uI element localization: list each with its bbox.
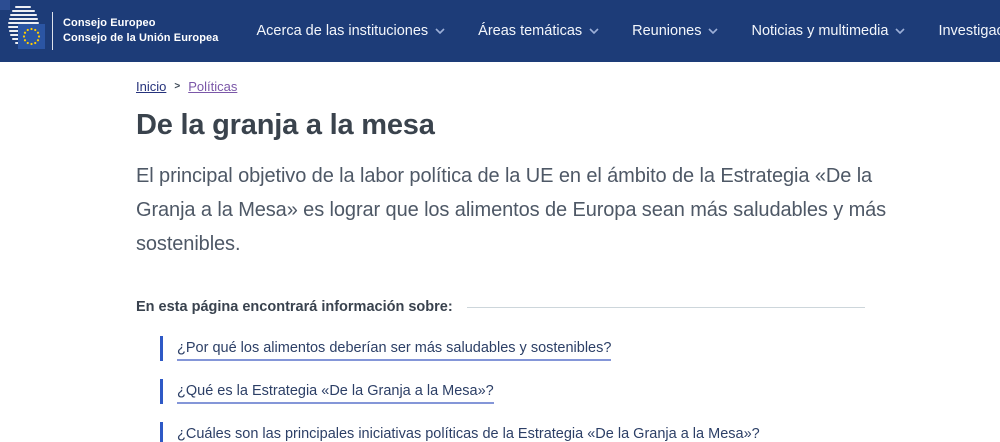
list-item: ¿Cuáles son las principales iniciativas … xyxy=(160,422,1000,442)
council-logo-icon[interactable] xyxy=(0,0,52,62)
brand-line-1: Consejo Europeo xyxy=(63,16,219,31)
nav-item-investigacion[interactable]: Investigación y publicaciones xyxy=(938,23,1000,39)
eu-flag-icon xyxy=(18,24,45,54)
breadcrumb-separator: > xyxy=(174,81,180,92)
nav-item-label: Acerca de las instituciones xyxy=(257,23,429,39)
nav-item-label: Investigación y publicaciones xyxy=(938,23,1000,39)
list-item: ¿Por qué los alimentos deberían ser más … xyxy=(160,336,1000,361)
nav-item-label: Áreas temáticas xyxy=(478,23,582,39)
chevron-down-icon xyxy=(589,28,599,34)
brand-divider xyxy=(52,12,53,50)
breadcrumb-link-politicas[interactable]: Políticas xyxy=(188,79,237,94)
page-title: De la granja a la mesa xyxy=(136,109,1000,142)
chevron-down-icon xyxy=(435,28,445,34)
brand-line-2: Consejo de la Unión Europea xyxy=(63,31,219,46)
lead-paragraph: El principal objetivo de la labor políti… xyxy=(136,159,911,261)
on-this-page-header: En esta página encontrará información so… xyxy=(136,299,865,315)
chevron-down-icon xyxy=(708,28,718,34)
breadcrumb: Inicio > Políticas xyxy=(136,79,1000,94)
page-content: Inicio > Políticas De la granja a la mes… xyxy=(0,62,1000,442)
top-navigation-bar: Consejo Europeo Consejo de la Unión Euro… xyxy=(0,0,1000,62)
anchor-link-que-es-estrategia[interactable]: ¿Qué es la Estrategia «De la Granja a la… xyxy=(177,383,494,404)
section-divider xyxy=(467,307,865,308)
anchor-link-saludables-sostenibles[interactable]: ¿Por qué los alimentos deberían ser más … xyxy=(177,340,611,361)
site-brand[interactable]: Consejo Europeo Consejo de la Unión Euro… xyxy=(63,16,219,46)
chevron-down-icon xyxy=(895,28,905,34)
nav-item-instituciones[interactable]: Acerca de las instituciones xyxy=(257,23,446,39)
on-this-page-label: En esta página encontrará información so… xyxy=(136,299,453,315)
nav-item-areas-tematicas[interactable]: Áreas temáticas xyxy=(478,23,599,39)
on-this-page-links: ¿Por qué los alimentos deberían ser más … xyxy=(136,336,1000,442)
list-item: ¿Qué es la Estrategia «De la Granja a la… xyxy=(160,379,1000,404)
anchor-link-iniciativas-politicas[interactable]: ¿Cuáles son las principales iniciativas … xyxy=(177,426,760,442)
nav-item-label: Noticias y multimedia xyxy=(751,23,888,39)
breadcrumb-link-inicio[interactable]: Inicio xyxy=(136,79,166,94)
main-navigation: Acerca de las instituciones Áreas temáti… xyxy=(257,23,1000,39)
nav-item-reuniones[interactable]: Reuniones xyxy=(632,23,718,39)
nav-item-noticias[interactable]: Noticias y multimedia xyxy=(751,23,905,39)
nav-item-label: Reuniones xyxy=(632,23,701,39)
